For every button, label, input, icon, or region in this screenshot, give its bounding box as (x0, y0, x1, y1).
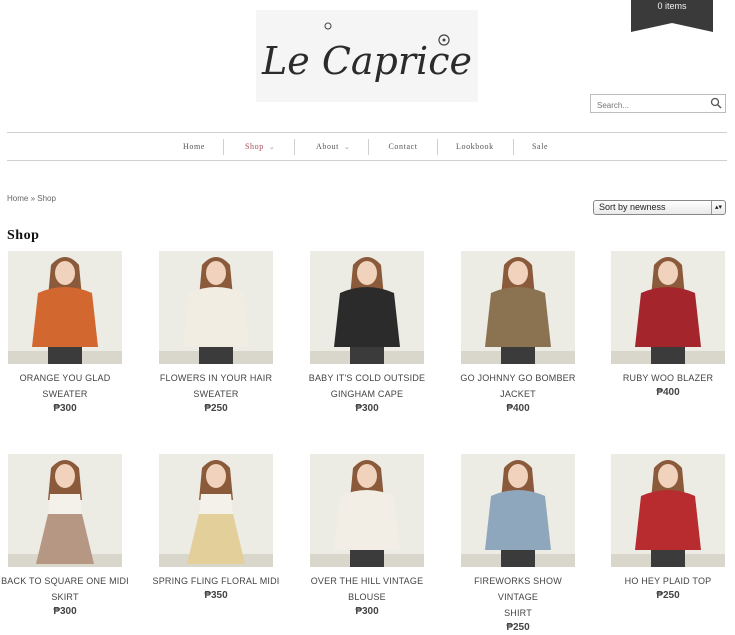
site-logo[interactable]: Le Caprice (256, 10, 478, 102)
product-name-line: RUBY WOO BLAZER (622, 373, 714, 383)
breadcrumb: Home » Shop (7, 194, 56, 203)
breadcrumb-current: Shop (37, 194, 56, 203)
product-price: ₱250 (506, 622, 530, 633)
logo-artwork: Le Caprice (261, 22, 472, 83)
nav-item-label: About (316, 142, 339, 151)
product-price: ₱300 (53, 403, 77, 414)
product-image[interactable] (159, 251, 273, 364)
breadcrumb-home[interactable]: Home (7, 194, 28, 203)
product-name[interactable]: FIREWORKS SHOW VINTAGE SHIRT (453, 573, 583, 621)
nav-item-label: Contact (388, 142, 418, 151)
product-image[interactable] (8, 454, 122, 567)
product-image[interactable] (310, 251, 424, 364)
product-card[interactable]: RUBY WOO BLAZER ₱400 (603, 251, 733, 400)
nav-divider (368, 139, 369, 155)
nav-item-about[interactable]: About ⌄ (316, 139, 350, 155)
product-name[interactable]: BACK TO SQUARE ONE MIDI SKIRT (0, 573, 130, 605)
product-card[interactable]: GO JOHNNY GO BOMBER JACKET ₱400 (453, 251, 583, 416)
chevron-down-icon: ⌄ (268, 143, 276, 151)
product-name[interactable]: FLOWERS IN YOUR HAIR SWEATER (151, 370, 281, 402)
product-image[interactable] (310, 454, 424, 567)
product-card[interactable]: FIREWORKS SHOW VINTAGE SHIRT ₱250 (453, 454, 583, 635)
breadcrumb-separator: » (28, 194, 38, 203)
product-name-line: BABY IT'S COLD OUTSIDE (308, 373, 426, 383)
cart-ribbon[interactable]: 0 items (631, 0, 713, 32)
product-price: ₱300 (355, 403, 379, 414)
nav-divider (513, 139, 514, 155)
product-image[interactable] (611, 251, 725, 364)
product-name-line: GINGHAM CAPE (330, 389, 404, 399)
chevron-down-icon: ⌄ (344, 143, 351, 151)
nav-item-lookbook[interactable]: Lookbook (456, 139, 494, 155)
product-card[interactable]: OVER THE HILL VINTAGE BLOUSE ₱300 (302, 454, 432, 619)
product-name-line: OVER THE HILL VINTAGE (310, 576, 424, 586)
product-image[interactable] (461, 454, 575, 567)
product-price: ₱400 (506, 403, 530, 414)
product-card[interactable]: HO HEY PLAID TOP ₱250 (603, 454, 733, 603)
product-name[interactable]: BABY IT'S COLD OUTSIDE GINGHAM CAPE (302, 370, 432, 402)
product-price: ₱250 (656, 590, 680, 601)
nav-divider (294, 139, 295, 155)
product-card[interactable]: ORANGE YOU GLAD SWEATER ₱300 (0, 251, 130, 416)
cart-count: 0 items (657, 1, 687, 11)
product-image[interactable] (461, 251, 575, 364)
product-image[interactable] (8, 251, 122, 364)
product-name-line: BLOUSE (348, 592, 386, 602)
search-box (590, 94, 726, 114)
product-price: ₱400 (656, 387, 680, 398)
product-name-line: JACKET (500, 389, 536, 399)
product-name[interactable]: RUBY WOO BLAZER (603, 370, 733, 386)
page-title: Shop (7, 228, 40, 243)
product-name-line: SWEATER (42, 389, 88, 399)
product-price: ₱350 (204, 590, 228, 601)
product-price: ₱250 (204, 403, 228, 414)
product-name-line: SHIRT (504, 608, 532, 618)
product-image[interactable] (159, 454, 273, 567)
product-price: ₱300 (53, 606, 77, 617)
product-name-line: SKIRT (51, 592, 79, 602)
logo-text: Le Caprice (261, 39, 472, 83)
sort-selected-value: Sort by newness (599, 202, 666, 212)
product-name-line: SPRING FLING FLORAL MIDI (152, 576, 280, 586)
product-name[interactable]: ORANGE YOU GLAD SWEATER (0, 370, 130, 402)
product-image[interactable] (611, 454, 725, 567)
product-card[interactable]: BACK TO SQUARE ONE MIDI SKIRT ₱300 (0, 454, 130, 619)
product-price: ₱300 (355, 606, 379, 617)
nav-item-label: Home (183, 142, 205, 151)
product-name-line: GO JOHNNY GO BOMBER (460, 373, 576, 383)
nav-item-shop[interactable]: Shop ⌄ (245, 139, 275, 155)
product-name[interactable]: SPRING FLING FLORAL MIDI (151, 573, 281, 589)
nav-divider (437, 139, 438, 155)
product-name-line: FIREWORKS SHOW VINTAGE (474, 576, 562, 602)
search-icon[interactable] (710, 97, 722, 109)
product-card[interactable]: SPRING FLING FLORAL MIDI ₱350 (151, 454, 281, 603)
product-name-line: BACK TO SQUARE ONE MIDI (1, 576, 129, 586)
product-card[interactable]: FLOWERS IN YOUR HAIR SWEATER ₱250 (151, 251, 281, 416)
nav-item-label: Sale (532, 142, 549, 151)
product-name[interactable]: HO HEY PLAID TOP (603, 573, 733, 589)
sort-select[interactable]: Sort by newness ▴▾ (593, 200, 726, 215)
product-name-line: ORANGE YOU GLAD (19, 373, 111, 383)
nav-item-label: Lookbook (456, 142, 494, 151)
product-name-line: HO HEY PLAID TOP (624, 576, 712, 586)
product-name-line: FLOWERS IN YOUR HAIR (159, 373, 273, 383)
select-arrows-icon: ▴▾ (711, 201, 725, 214)
nav-item-sale[interactable]: Sale (532, 139, 548, 155)
product-name[interactable]: GO JOHNNY GO BOMBER JACKET (453, 370, 583, 402)
nav-divider (223, 139, 224, 155)
nav-item-home[interactable]: Home (183, 139, 205, 155)
main-navigation: Home Shop ⌄ About ⌄ Contact Lookbook Sale (7, 132, 727, 161)
search-input[interactable] (591, 97, 707, 114)
product-card[interactable]: BABY IT'S COLD OUTSIDE GINGHAM CAPE ₱300 (302, 251, 432, 416)
nav-item-label: Shop (245, 142, 264, 151)
product-name[interactable]: OVER THE HILL VINTAGE BLOUSE (302, 573, 432, 605)
nav-item-contact[interactable]: Contact (389, 139, 418, 155)
product-name-line: SWEATER (193, 389, 239, 399)
